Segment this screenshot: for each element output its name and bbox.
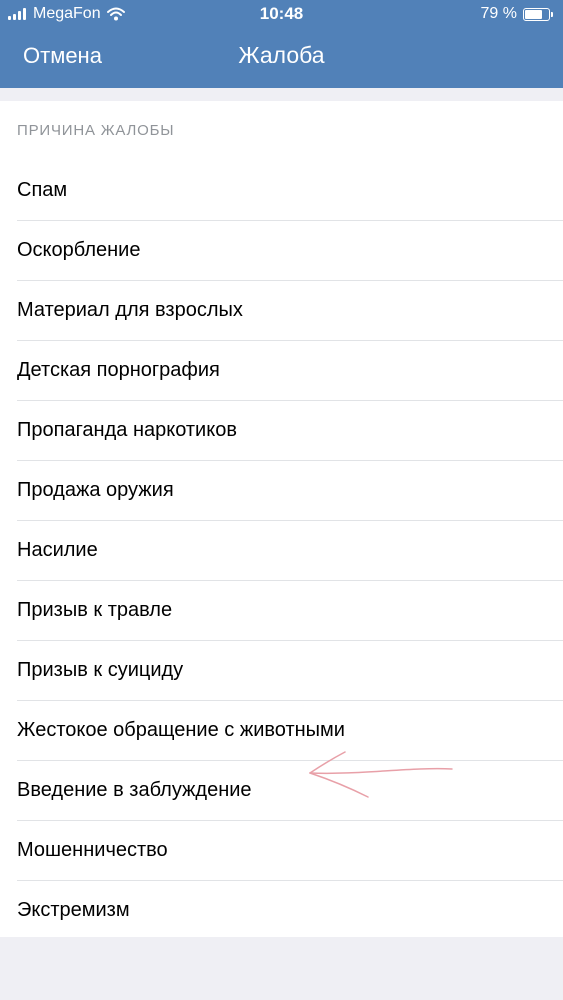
reason-label: Призыв к суициду: [17, 658, 184, 681]
battery-tip: [551, 11, 553, 17]
battery-icon: [523, 7, 550, 21]
reason-label: Экстремизм: [17, 898, 130, 921]
reason-item[interactable]: Мошенничество: [0, 820, 563, 880]
reason-item[interactable]: Продажа оружия: [0, 460, 563, 520]
reason-label: Мошенничество: [17, 838, 168, 861]
reason-label: Детская порнография: [17, 358, 220, 381]
reason-item[interactable]: Спам: [0, 160, 563, 220]
report-reasons-card: ПРИЧИНА ЖАЛОБЫ Спам Оскорбление Материал д…: [0, 101, 563, 937]
reason-label: Оскорбление: [17, 238, 141, 261]
reason-label: Насилие: [17, 538, 98, 561]
reason-item[interactable]: Экстремизм: [0, 880, 563, 940]
reason-item[interactable]: Жестокое обращение с животными: [0, 700, 563, 760]
reason-label: Жестокое обращение с животными: [17, 718, 345, 741]
section-header: ПРИЧИНА ЖАЛОБЫ: [17, 122, 175, 139]
reason-item[interactable]: Призыв к травле: [0, 580, 563, 640]
status-time: 10:48: [259, 4, 304, 23]
battery-level-fill: [525, 9, 542, 19]
annotation-arrow: [309, 751, 453, 798]
reason-label: Призыв к травле: [17, 598, 173, 621]
reason-item[interactable]: Детская порнография: [0, 340, 563, 400]
reason-list: Спам Оскорбление Материал для взрослых Детс…: [0, 160, 563, 940]
reason-item[interactable]: Оскорбление: [0, 220, 563, 280]
reason-item[interactable]: Материал для взрослых: [0, 280, 563, 340]
page-title: Жалоба: [238, 42, 325, 68]
reason-label: Спам: [17, 178, 68, 201]
reason-label: Продажа оружия: [17, 478, 174, 501]
reason-label: Материал для взрослых: [17, 298, 243, 321]
status-bar: MegaFon 10:48 79 %: [0, 0, 563, 30]
reason-item[interactable]: Насилие: [0, 520, 563, 580]
reason-item[interactable]: Призыв к суициду: [0, 640, 563, 700]
reason-item[interactable]: Пропаганда наркотиков: [0, 400, 563, 460]
reason-label: Пропаганда наркотиков: [17, 418, 237, 441]
reason-label: Введение в заблуждение: [17, 778, 252, 801]
status-right: 79 %: [481, 5, 553, 23]
navigation-header: MegaFon 10:48 79 % Отмена Жалоба: [0, 0, 563, 88]
battery-percent: 79 %: [480, 5, 517, 22]
reason-item[interactable]: Введение в заблуждение: [0, 760, 563, 820]
